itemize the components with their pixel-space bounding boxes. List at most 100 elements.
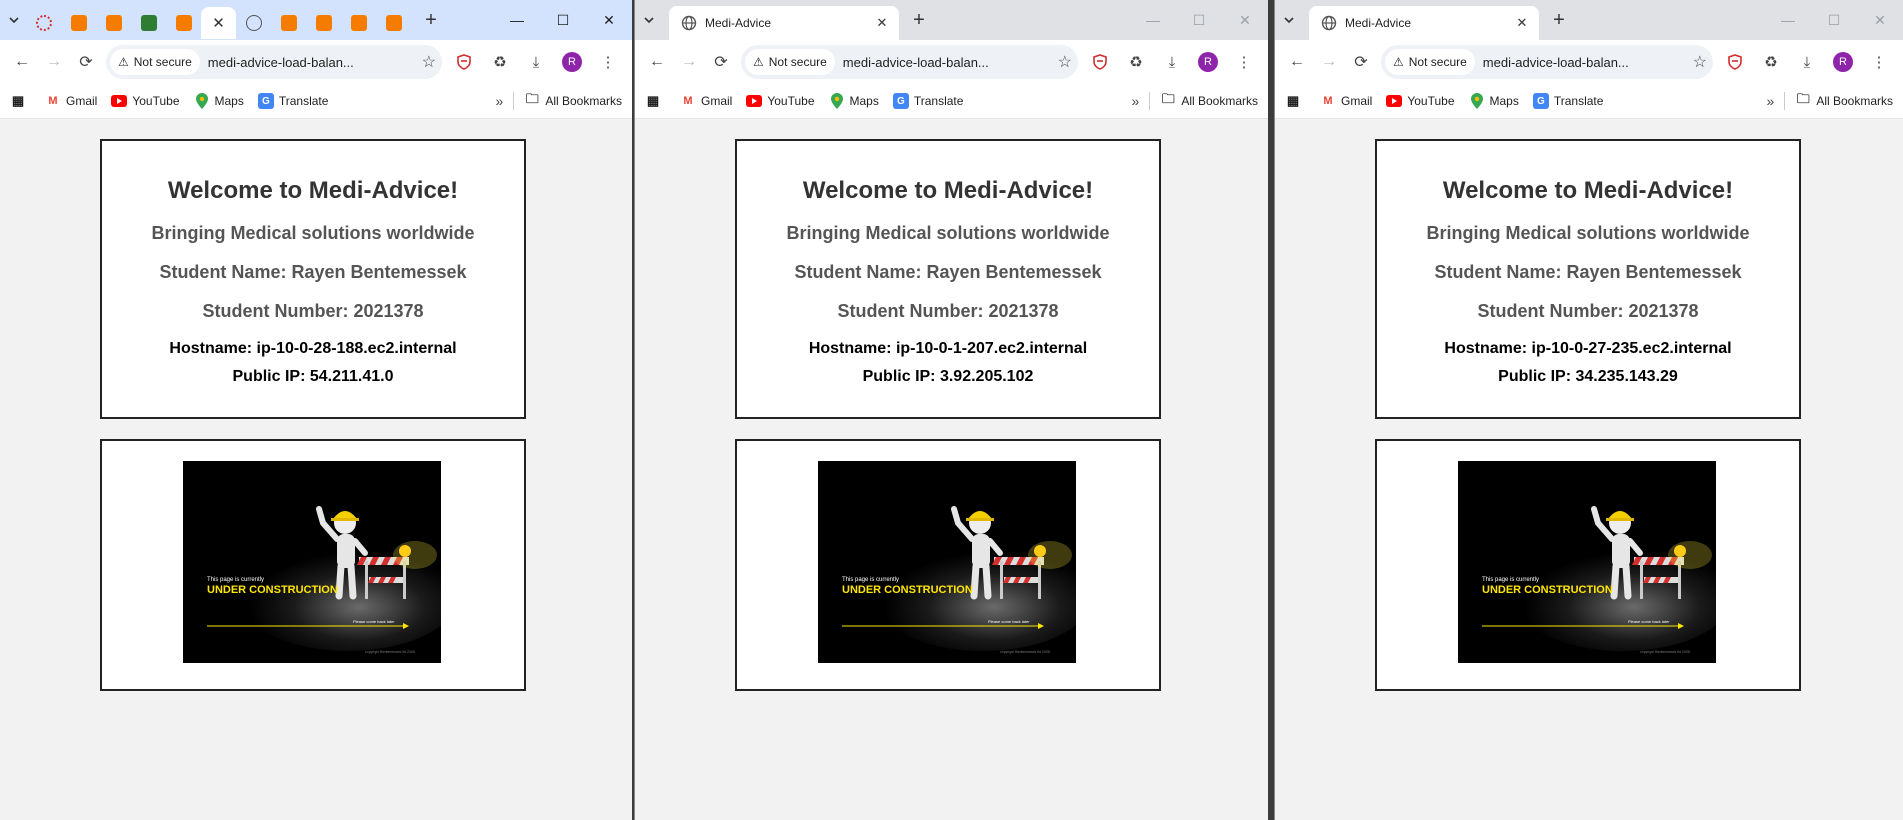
image-card: This page is currently UNDER CONSTRUCTIO…: [100, 439, 526, 691]
browser-tab[interactable]: ✕: [201, 7, 236, 39]
bookmark-youtube[interactable]: YouTube: [746, 93, 815, 109]
extension-shield-icon[interactable]: [1717, 46, 1753, 78]
tab-title: Medi-Advice: [705, 16, 772, 30]
download-icon[interactable]: ⤓: [1154, 46, 1190, 78]
close-window-button[interactable]: ✕: [586, 0, 632, 40]
close-window-button[interactable]: ✕: [1857, 0, 1903, 40]
minimize-button[interactable]: —: [494, 0, 540, 40]
back-button[interactable]: ←: [641, 46, 673, 78]
bookmarks-overflow-chevron-icon[interactable]: »: [1132, 93, 1140, 109]
kebab-menu-icon[interactable]: ⋮: [590, 46, 626, 78]
bookmark-translate[interactable]: G Translate: [892, 93, 963, 109]
window-controls: — ☐ ✕: [1130, 0, 1268, 40]
all-bookmarks-folder[interactable]: 🗀 All Bookmarks: [1160, 91, 1258, 109]
address-bar[interactable]: ⚠ Not secure medi-advice-load-balan... ☆: [741, 45, 1078, 79]
download-icon[interactable]: ⤓: [518, 46, 554, 78]
minimize-button[interactable]: —: [1130, 0, 1176, 40]
browser-tab[interactable]: [306, 7, 341, 39]
url-text[interactable]: medi-advice-load-balan...: [208, 55, 418, 70]
tab-search-button[interactable]: [637, 8, 661, 32]
close-tab-icon[interactable]: ✕: [873, 15, 891, 31]
apps-grid-icon[interactable]: ▦: [1285, 93, 1306, 109]
bookmark-maps[interactable]: Maps: [1469, 93, 1519, 109]
extension-shield-icon[interactable]: [1082, 46, 1118, 78]
back-button[interactable]: ←: [1281, 46, 1313, 78]
browser-tab[interactable]: [26, 7, 61, 39]
chevron-down-icon: [9, 17, 19, 24]
bookmark-star-icon[interactable]: ☆: [422, 52, 436, 72]
bookmark-gmail[interactable]: M Gmail: [680, 93, 732, 109]
extension-shield-icon[interactable]: [446, 46, 482, 78]
close-window-button[interactable]: ✕: [1222, 0, 1268, 40]
site-info-button[interactable]: ⚠ Not secure: [110, 49, 200, 75]
browser-tab[interactable]: [96, 7, 131, 39]
browser-tab[interactable]: [131, 7, 166, 39]
extensions-puzzle-icon[interactable]: ♻: [1753, 46, 1789, 78]
extensions-puzzle-icon[interactable]: ♻: [482, 46, 518, 78]
bookmark-star-icon[interactable]: ☆: [1693, 52, 1707, 72]
minimize-button[interactable]: —: [1765, 0, 1811, 40]
bookmark-translate[interactable]: G Translate: [1532, 93, 1603, 109]
tab-search-button[interactable]: [1277, 8, 1301, 32]
maximize-button[interactable]: ☐: [1811, 0, 1857, 40]
site-favicon-icon: [175, 15, 192, 31]
profile-avatar-button[interactable]: R: [1190, 46, 1226, 78]
apps-grid-icon[interactable]: ▦: [10, 93, 31, 109]
bookmark-youtube[interactable]: YouTube: [1386, 93, 1455, 109]
close-tab-icon[interactable]: ✕: [1513, 15, 1531, 31]
bookmark-maps[interactable]: Maps: [194, 93, 244, 109]
tagline: Bringing Medical solutions worldwide: [1426, 223, 1750, 243]
all-bookmarks-folder[interactable]: 🗀 All Bookmarks: [524, 91, 622, 109]
image-card: This page is currently UNDER CONSTRUCTIO…: [735, 439, 1161, 691]
browser-tab[interactable]: [376, 7, 411, 39]
address-bar[interactable]: ⚠ Not secure medi-advice-load-balan... ☆: [106, 45, 442, 79]
new-tab-button[interactable]: +: [905, 9, 933, 32]
translate-icon: G: [1532, 93, 1549, 109]
bookmark-gmail[interactable]: M Gmail: [1320, 93, 1372, 109]
kebab-menu-icon[interactable]: ⋮: [1226, 46, 1262, 78]
download-icon[interactable]: ⤓: [1789, 46, 1825, 78]
profile-avatar-button[interactable]: R: [1825, 46, 1861, 78]
tab-search-button[interactable]: [2, 8, 26, 32]
bookmark-translate[interactable]: G Translate: [257, 93, 328, 109]
all-bookmarks-folder[interactable]: 🗀 All Bookmarks: [1795, 91, 1893, 109]
page-title: Welcome to Medi-Advice!: [1442, 177, 1734, 204]
bookmark-star-icon[interactable]: ☆: [1058, 52, 1072, 72]
bookmarks-overflow-chevron-icon[interactable]: »: [496, 93, 504, 109]
reload-button[interactable]: ⟳: [705, 46, 737, 78]
extensions-puzzle-icon[interactable]: ♻: [1118, 46, 1154, 78]
maximize-button[interactable]: ☐: [540, 0, 586, 40]
browser-tab[interactable]: [166, 7, 201, 39]
close-tab-icon[interactable]: ✕: [212, 14, 225, 32]
maximize-button[interactable]: ☐: [1176, 0, 1222, 40]
back-button[interactable]: ←: [6, 46, 38, 78]
site-info-button[interactable]: ⚠ Not secure: [1385, 49, 1475, 75]
image-card: This page is currently UNDER CONSTRUCTIO…: [1375, 439, 1801, 691]
profile-avatar-button[interactable]: R: [554, 46, 590, 78]
browser-tab[interactable]: [341, 7, 376, 39]
new-tab-button[interactable]: +: [1545, 9, 1573, 32]
forward-button[interactable]: →: [38, 46, 70, 78]
url-text[interactable]: medi-advice-load-balan...: [843, 55, 1054, 70]
browser-tab-active[interactable]: Medi-Advice ✕: [1309, 6, 1539, 40]
loading-spinner-icon: [35, 15, 52, 31]
address-bar[interactable]: ⚠ Not secure medi-advice-load-balan... ☆: [1381, 45, 1713, 79]
bookmark-maps[interactable]: Maps: [829, 93, 879, 109]
apps-grid-icon[interactable]: ▦: [645, 93, 666, 109]
bookmark-youtube[interactable]: YouTube: [111, 93, 180, 109]
new-tab-button[interactable]: +: [417, 9, 445, 32]
url-text[interactable]: medi-advice-load-balan...: [1483, 55, 1689, 70]
reload-button[interactable]: ⟳: [1345, 46, 1377, 78]
site-info-button[interactable]: ⚠ Not secure: [745, 49, 835, 75]
forward-button[interactable]: →: [673, 46, 705, 78]
browser-tab[interactable]: [236, 7, 271, 39]
student-name: Student Name: Rayen Bentemessek: [794, 262, 1102, 282]
bookmark-gmail[interactable]: M Gmail: [45, 93, 97, 109]
forward-button[interactable]: →: [1313, 46, 1345, 78]
browser-tab-active[interactable]: Medi-Advice ✕: [669, 6, 899, 40]
bookmarks-overflow-chevron-icon[interactable]: »: [1767, 93, 1775, 109]
reload-button[interactable]: ⟳: [70, 46, 102, 78]
browser-tab[interactable]: [61, 7, 96, 39]
kebab-menu-icon[interactable]: ⋮: [1861, 46, 1897, 78]
browser-tab[interactable]: [271, 7, 306, 39]
